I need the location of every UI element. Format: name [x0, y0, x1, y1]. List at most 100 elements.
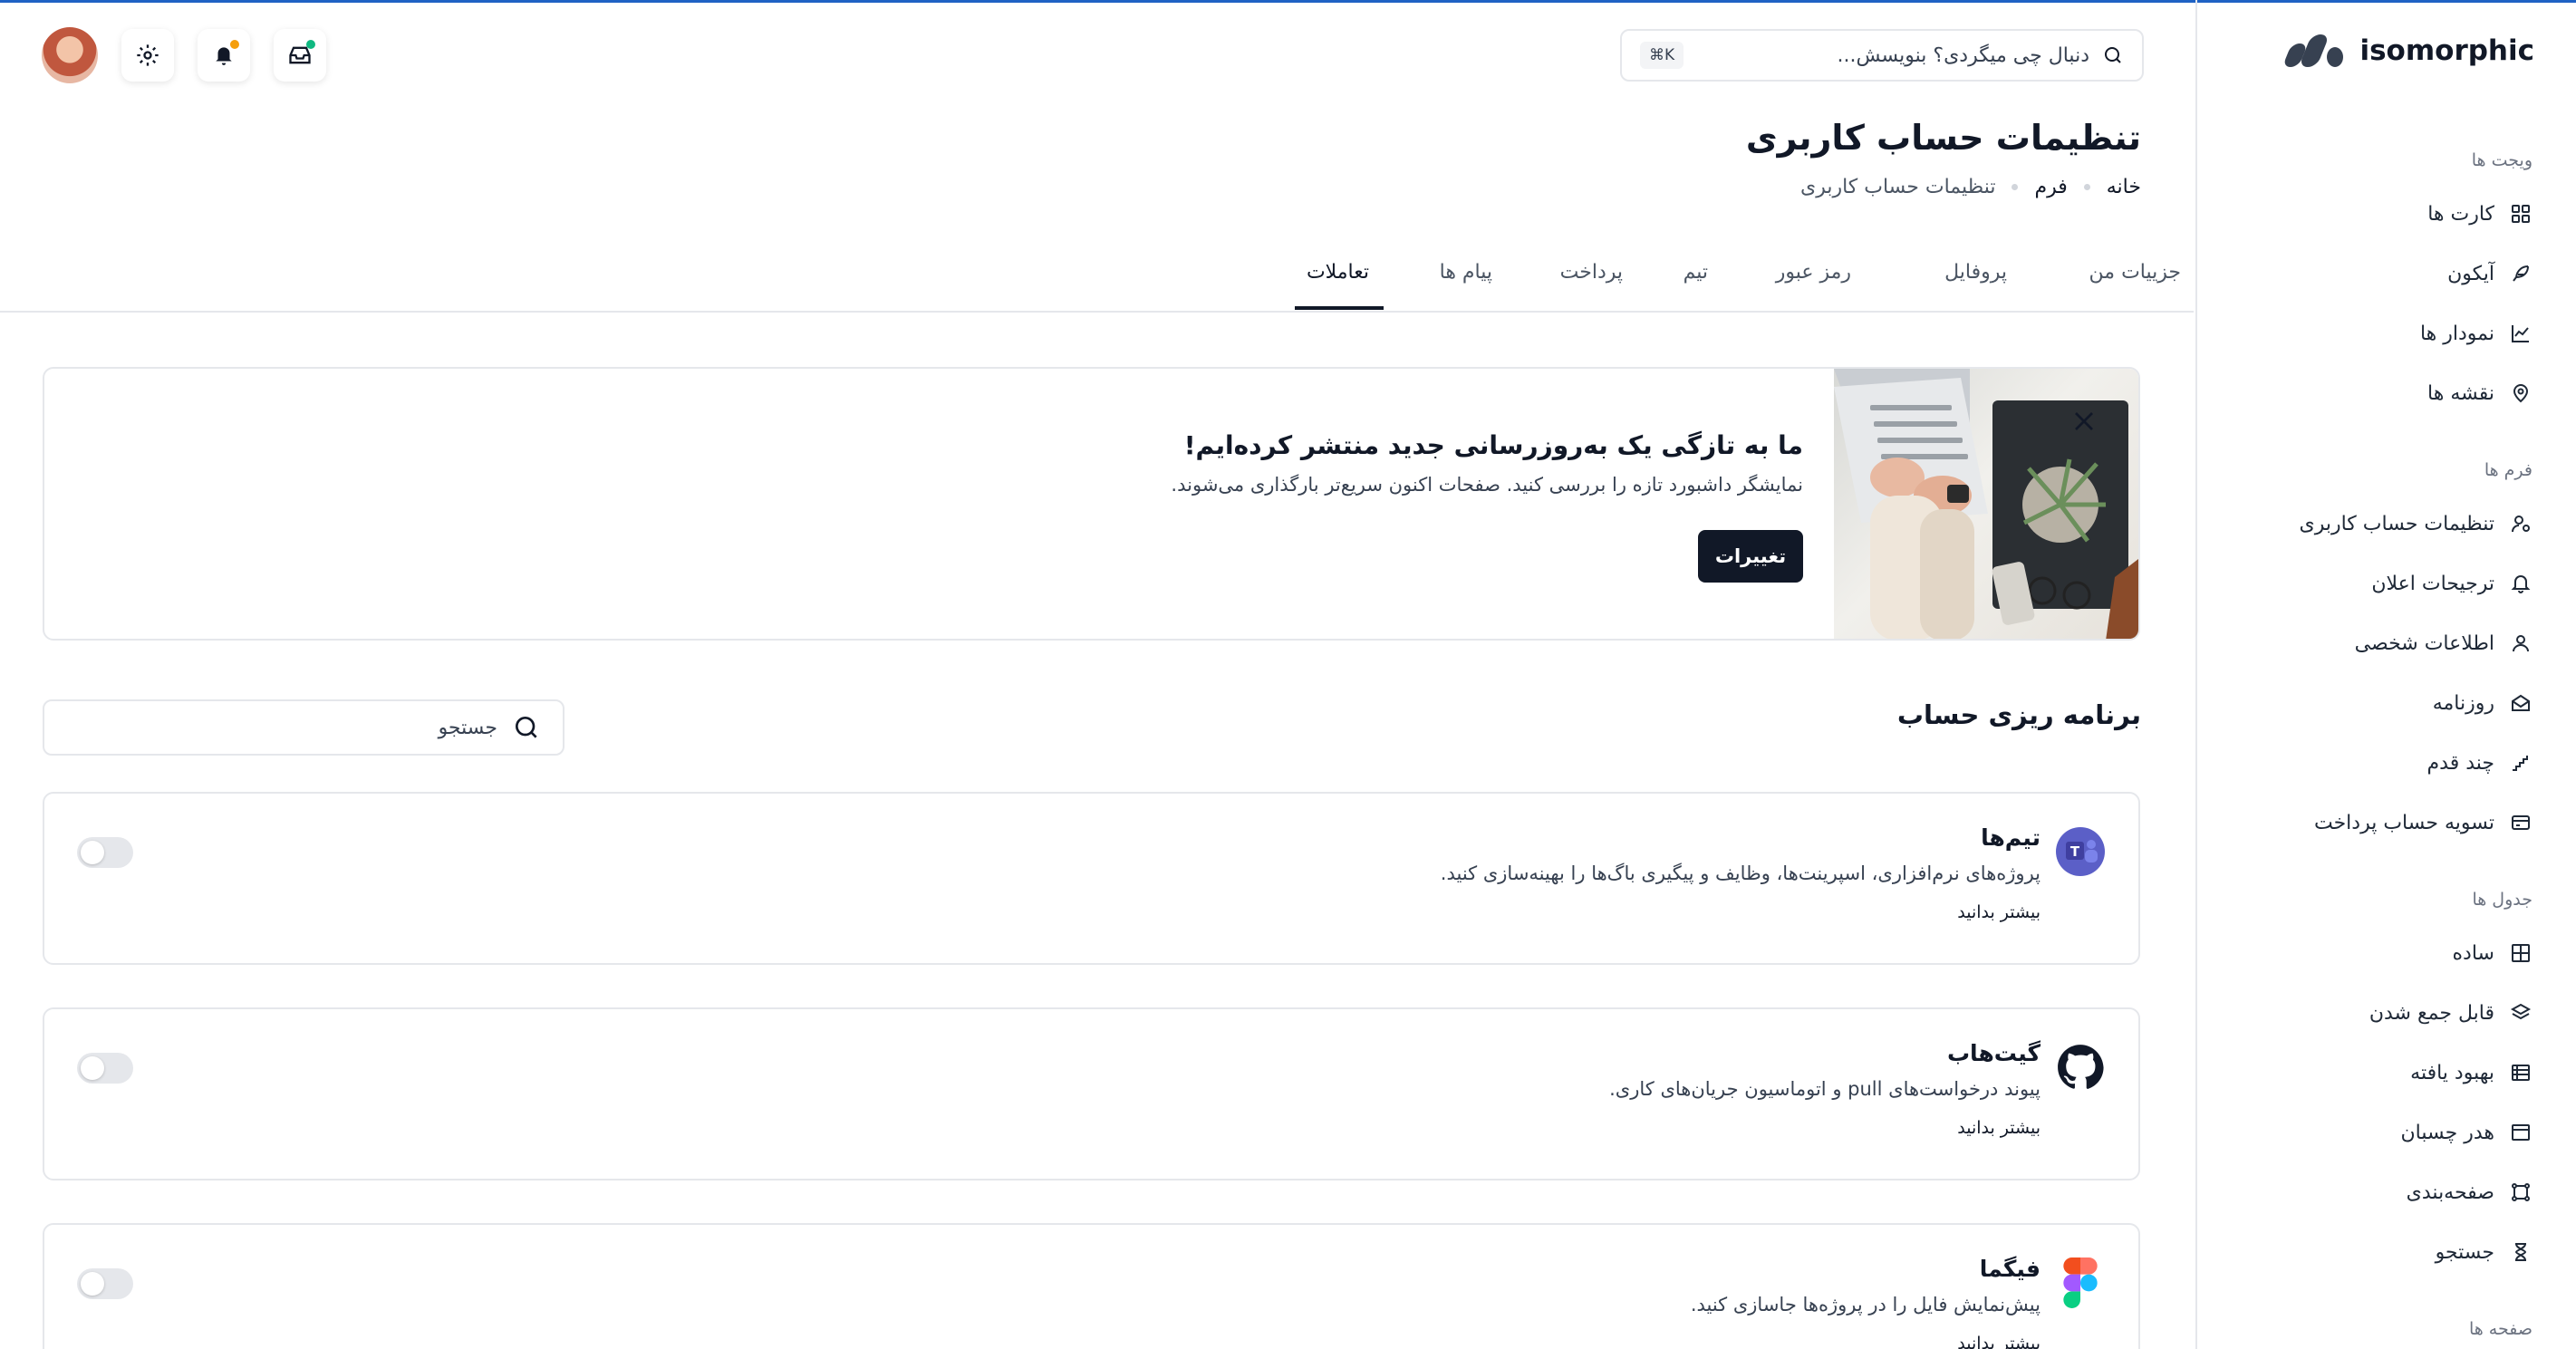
settings-button[interactable] — [121, 29, 174, 82]
brand-name: isomorphic — [2359, 34, 2534, 67]
sidebar-section-tables: جدول ها — [2472, 890, 2533, 910]
learn-more-link[interactable]: بیشتر بدانید — [1957, 902, 2041, 922]
integration-toggle[interactable] — [77, 1053, 133, 1084]
messages-button[interactable] — [274, 29, 326, 82]
sidebar-item-label: ساده — [2452, 941, 2494, 965]
search-placeholder: دنبال چی میگردی؟ بنویسش... — [1837, 43, 2089, 67]
table-icon — [2509, 941, 2533, 965]
sidebar-item-label: تسویه حساب پرداخت — [2313, 811, 2494, 834]
tab-team[interactable]: تیم — [1684, 261, 1708, 284]
sidebar-item-account-settings[interactable]: تنظیمات حساب کاربری — [2224, 502, 2533, 545]
integration-name: تیم‌ها — [1981, 824, 2041, 851]
online-dot — [306, 40, 315, 49]
sidebar-item-label: صفحه‌بندی — [2406, 1180, 2494, 1204]
integration-name: فیگما — [1979, 1256, 2041, 1282]
integration-toggle[interactable] — [77, 837, 133, 868]
pagination-icon — [2509, 1180, 2533, 1204]
sticky-header-icon — [2509, 1121, 2533, 1144]
integration-description: پیوند درخواست‌های pull و اتوماسیون جریان… — [1609, 1078, 2041, 1100]
breadcrumb-separator — [2083, 184, 2090, 190]
sidebar-item-label: بهبود یافته — [2410, 1061, 2494, 1084]
tab-billing[interactable]: پرداخت — [1560, 261, 1623, 284]
page-title: تنظیمات حساب کاربری — [1745, 118, 2141, 158]
breadcrumb-home[interactable]: خانه — [2107, 176, 2141, 198]
banner-description: نمایشگر داشبورد تازه را بررسی کنید. صفحا… — [1171, 474, 1803, 496]
active-tab-indicator — [1295, 306, 1384, 310]
sidebar-item-label: ترجیحات اعلان — [2371, 572, 2494, 595]
breadcrumb-current: تنظیمات حساب کاربری — [1799, 176, 1996, 198]
sidebar-item-newsletter[interactable]: روزنامه — [2224, 681, 2533, 725]
tab-password[interactable]: رمز عبور — [1776, 261, 1851, 284]
tab-profile[interactable]: پروفایل — [1944, 261, 2007, 284]
section-title: برنامه ریزی حساب — [1896, 699, 2141, 730]
sidebar-item-search[interactable]: جستجو — [2224, 1230, 2533, 1274]
learn-more-link[interactable]: بیشتر بدانید — [1957, 1334, 2041, 1349]
tab-integrations[interactable]: تعاملات — [1307, 261, 1369, 284]
layers-icon — [2509, 1001, 2533, 1025]
sidebar-item-label: روزنامه — [2432, 691, 2494, 715]
learn-more-link[interactable]: بیشتر بدانید — [1957, 1118, 2041, 1138]
search-icon — [2105, 47, 2121, 63]
steps-icon — [2509, 751, 2533, 775]
sidebar-item-pagination[interactable]: صفحه‌بندی — [2224, 1171, 2533, 1214]
breadcrumb-form[interactable]: فرم — [2034, 176, 2067, 198]
table-list-icon — [2509, 1061, 2533, 1084]
sidebar-section-widgets: ویجت ها — [2471, 150, 2533, 170]
sidebar-item-label: قابل جمع شدن — [2369, 1001, 2494, 1025]
search-icon — [516, 717, 537, 738]
sidebar-item-payment-checkout[interactable]: تسویه حساب پرداخت — [2224, 801, 2533, 844]
sidebar-item-simple-table[interactable]: ساده — [2224, 931, 2533, 975]
sidebar-item-multi-step[interactable]: چند قدم — [2224, 741, 2533, 785]
close-icon — [2075, 412, 2093, 430]
sidebar-item-personal-info[interactable]: اطلاعات شخصی — [2224, 622, 2533, 665]
integration-name: گیت‌هاب — [1946, 1040, 2041, 1066]
shortcut-badge: ⌘K — [1640, 42, 1684, 69]
breadcrumb: خانه فرم تنظیمات حساب کاربری — [1800, 176, 2141, 198]
teams-icon: T — [2055, 826, 2106, 877]
sidebar-item-label: نقشه ها — [2427, 381, 2494, 405]
user-avatar[interactable] — [42, 27, 98, 83]
sidebar-item-cards[interactable]: کارت ها — [2224, 192, 2533, 236]
banner-close-button[interactable] — [2068, 405, 2100, 438]
breadcrumb-separator — [2012, 184, 2019, 190]
changelog-button[interactable]: تغییرات — [1698, 530, 1803, 583]
hourglass-icon — [2509, 1240, 2533, 1264]
integration-card-figma: فیگما پیش‌نمایش فایل را در پروژه‌ها جاسا… — [43, 1223, 2140, 1349]
sidebar-item-label: اطلاعات شخصی — [2354, 631, 2494, 655]
update-banner: ما به تازگی یک به‌روزرسانی جدید منتشر کر… — [43, 367, 2140, 641]
integration-toggle[interactable] — [77, 1268, 133, 1299]
integration-card-teams: T تیم‌ها پروژه‌های نرم‌افزاری، اسپرینت‌ه… — [43, 792, 2140, 965]
github-icon — [2055, 1042, 2106, 1093]
global-search-input[interactable]: دنبال چی میگردی؟ بنویسش... ⌘K — [1620, 29, 2144, 82]
tab-messages[interactable]: پیام ها — [1440, 261, 1492, 284]
integrations-search-input[interactable]: جستجو — [43, 699, 564, 756]
sidebar-item-notification-prefs[interactable]: ترجیحات اعلان — [2224, 562, 2533, 605]
svg-text:T: T — [2070, 843, 2080, 860]
sidebar-item-sticky-header[interactable]: هدر چسبان — [2224, 1111, 2533, 1154]
integration-card-github: گیت‌هاب پیوند درخواست‌های pull و اتوماسی… — [43, 1007, 2140, 1180]
logo-mark-icon — [2282, 33, 2347, 69]
mail-open-icon — [2509, 691, 2533, 715]
sidebar-item-label: هدر چسبان — [2400, 1121, 2495, 1144]
brand-logo[interactable]: isomorphic — [2282, 33, 2534, 69]
map-pin-icon — [2509, 381, 2533, 405]
banner-title: ما به تازگی یک به‌روزرسانی جدید منتشر کر… — [1183, 430, 1803, 460]
top-accent-line — [0, 0, 2576, 3]
sidebar-item-label: آیکون — [2447, 262, 2494, 285]
sidebar-item-icons[interactable]: آیکون — [2224, 252, 2533, 295]
chart-line-icon — [2509, 322, 2533, 345]
sidebar-item-label: تنظیمات حساب کاربری — [2299, 512, 2495, 535]
sidebar-item-label: کارت ها — [2427, 202, 2494, 226]
sidebar-item-maps[interactable]: نقشه ها — [2224, 371, 2533, 415]
sidebar-item-charts[interactable]: نمودار ها — [2224, 312, 2533, 355]
sidebar-item-enhanced-table[interactable]: بهبود یافته — [2224, 1051, 2533, 1094]
tab-my-details[interactable]: جزییات من — [2089, 261, 2181, 284]
sidebar-section-forms: فرم ها — [2484, 460, 2533, 480]
sidebar-item-label: جستجو — [2435, 1240, 2494, 1264]
gear-icon — [137, 44, 159, 66]
notifications-button[interactable] — [198, 29, 250, 82]
credit-card-icon — [2509, 811, 2533, 834]
sidebar: isomorphic ویجت ها کارت ها آیکون نمودار … — [2195, 0, 2576, 1349]
user-settings-icon — [2509, 512, 2533, 535]
sidebar-item-collapsible-table[interactable]: قابل جمع شدن — [2224, 991, 2533, 1035]
